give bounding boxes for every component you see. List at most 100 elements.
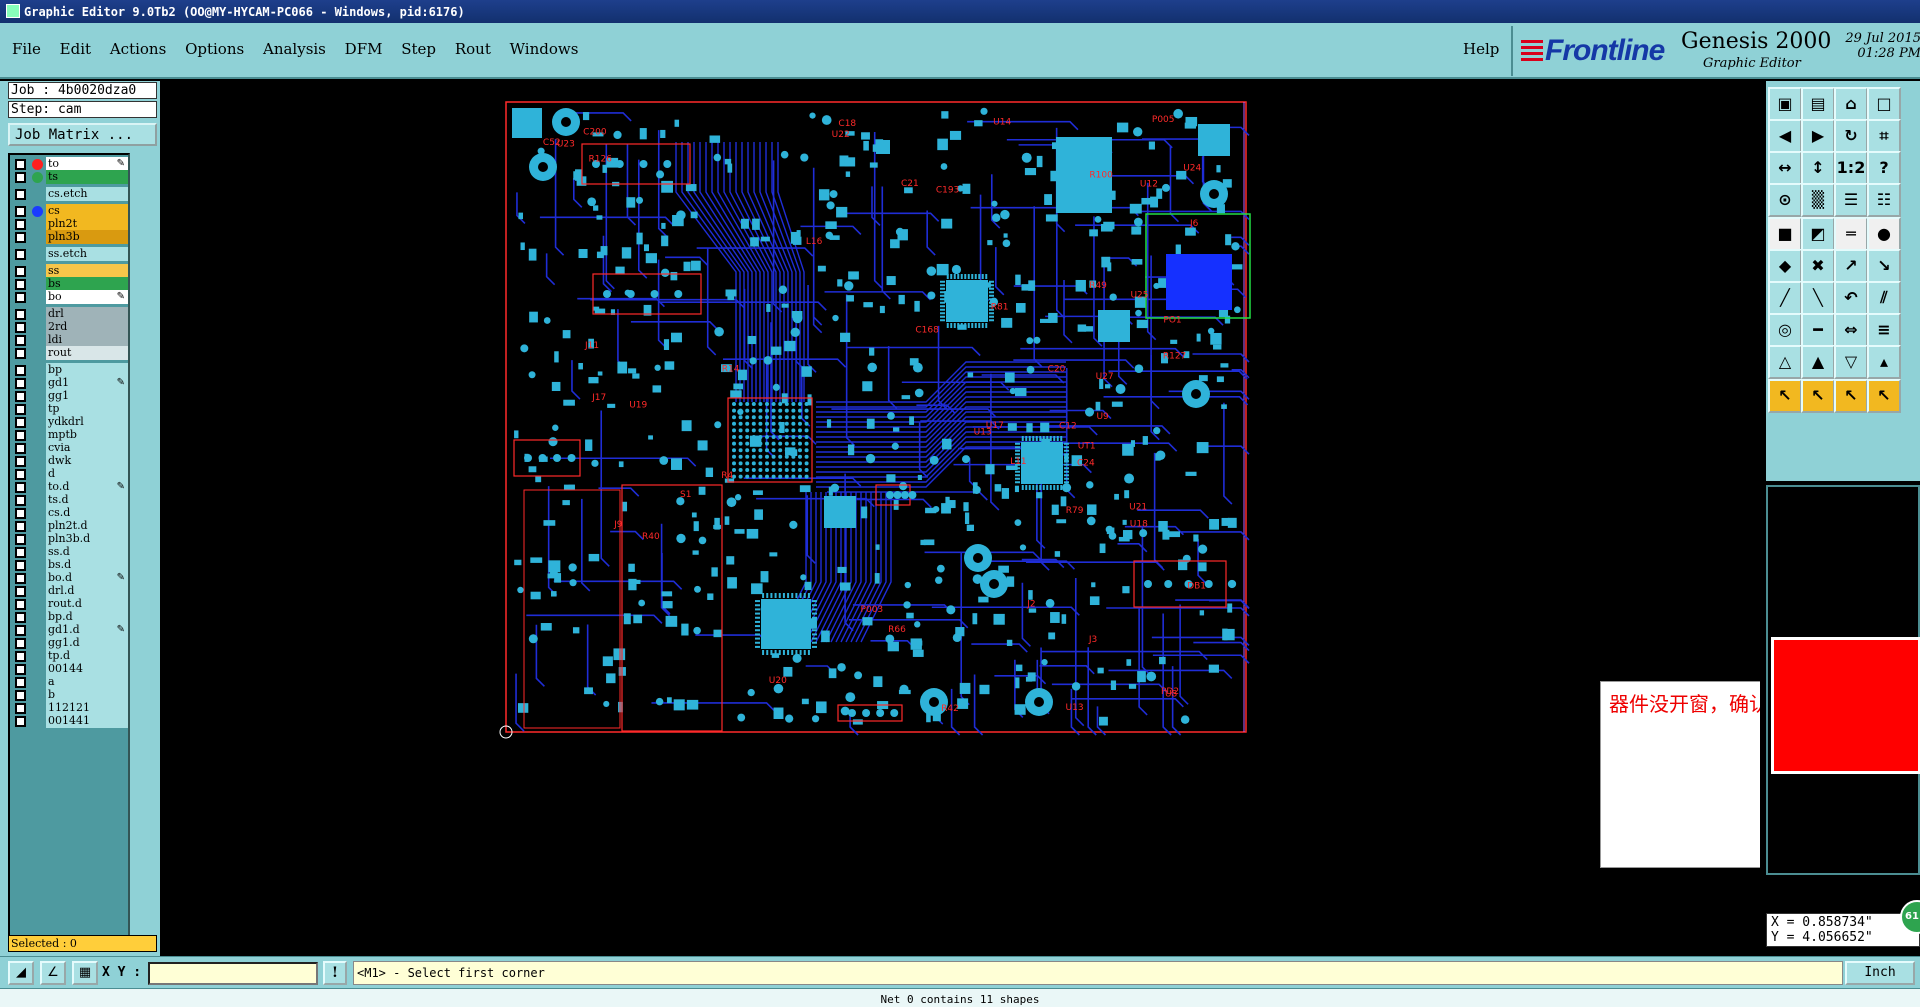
pin-icon[interactable]: ◎: [1768, 313, 1802, 347]
layer-checkbox[interactable]: [15, 249, 26, 260]
layer-checkbox[interactable]: [15, 495, 26, 506]
layer-row[interactable]: 001441: [12, 714, 128, 728]
net-icon[interactable]: ☷: [1867, 183, 1901, 217]
layer-checkbox[interactable]: [15, 482, 26, 493]
layer-name[interactable]: gd1.d ✎: [46, 623, 128, 637]
layer-name[interactable]: dwk: [46, 454, 128, 468]
layer-row[interactable]: bo ✎: [12, 290, 128, 304]
layer-row[interactable]: drl: [12, 307, 128, 321]
layer-checkbox[interactable]: [15, 172, 26, 183]
layer-name[interactable]: 2rd: [46, 320, 128, 334]
layer-checkbox[interactable]: [15, 534, 26, 545]
layer-name[interactable]: pln2t.d: [46, 519, 128, 533]
pointer4-icon[interactable]: ↖: [1867, 379, 1901, 413]
layer-row[interactable]: to ✎: [12, 157, 128, 171]
layer-checkbox[interactable]: [15, 638, 26, 649]
layer-name[interactable]: 001441: [46, 714, 128, 728]
layer-row[interactable]: bp: [12, 363, 128, 377]
layer-row[interactable]: ts.d: [12, 493, 128, 507]
menu-analysis[interactable]: Analysis: [263, 40, 326, 58]
layer-name[interactable]: tp: [46, 402, 128, 416]
grid-mode-icon[interactable]: ▦: [72, 961, 98, 985]
layer-checkbox[interactable]: [15, 206, 26, 217]
layer-row[interactable]: cs.etch: [12, 187, 128, 201]
menu-edit[interactable]: Edit: [60, 40, 91, 58]
menu-windows[interactable]: Windows: [510, 40, 579, 58]
layer-name[interactable]: pln2t: [46, 217, 128, 231]
layers-icon[interactable]: ☰: [1834, 183, 1868, 217]
zoom-home-icon[interactable]: ▣: [1768, 87, 1802, 121]
layer-checkbox[interactable]: [15, 469, 26, 480]
layer-name[interactable]: ss.d: [46, 545, 128, 559]
link-icon[interactable]: ↘: [1867, 249, 1901, 283]
info-button[interactable]: !: [323, 961, 347, 985]
layer-name[interactable]: gd1 ✎: [46, 376, 128, 390]
layer-checkbox[interactable]: [15, 599, 26, 610]
layer-row[interactable]: cs: [12, 204, 128, 218]
layer-checkbox[interactable]: [15, 391, 26, 402]
layer-name[interactable]: mptb: [46, 428, 128, 442]
layer-row[interactable]: drl.d: [12, 584, 128, 598]
layer-checkbox[interactable]: [15, 703, 26, 714]
xy-input[interactable]: [148, 962, 318, 985]
layer-name[interactable]: cvia: [46, 441, 128, 455]
layer-name[interactable]: a: [46, 675, 128, 689]
snap-icon[interactable]: ▒: [1801, 183, 1835, 217]
layer-row[interactable]: tp: [12, 402, 128, 416]
menu-file[interactable]: File: [12, 40, 41, 58]
layer-name[interactable]: ydkdrl: [46, 415, 128, 429]
layer-name[interactable]: ss.etch: [46, 247, 128, 261]
layer-row[interactable]: bs.d: [12, 558, 128, 572]
wire-icon[interactable]: ≡: [1867, 313, 1901, 347]
layer-checkbox[interactable]: [15, 651, 26, 662]
layer-name[interactable]: cs.etch: [46, 187, 128, 201]
layer-checkbox[interactable]: [15, 443, 26, 454]
width-icon[interactable]: ⇔: [1834, 313, 1868, 347]
layer-name[interactable]: bp: [46, 363, 128, 377]
measure-icon[interactable]: ⊙: [1768, 183, 1802, 217]
layer-row[interactable]: ydkdrl: [12, 415, 128, 429]
layer-checkbox[interactable]: [15, 625, 26, 636]
pan-right-icon[interactable]: ▶: [1801, 119, 1835, 153]
layer-name[interactable]: bo ✎: [46, 290, 128, 304]
layer-name[interactable]: drl: [46, 307, 128, 321]
layer-name[interactable]: bo.d ✎: [46, 571, 128, 585]
menu-help[interactable]: Help: [1463, 40, 1499, 58]
layer-row[interactable]: mptb: [12, 428, 128, 442]
pointer3-icon[interactable]: ↖: [1834, 379, 1868, 413]
layer-checkbox[interactable]: [15, 189, 26, 200]
layer-name[interactable]: cs: [46, 204, 128, 218]
layer-name[interactable]: bs: [46, 277, 128, 291]
layer-row[interactable]: pln3b.d: [12, 532, 128, 546]
layer-checkbox[interactable]: [15, 219, 26, 230]
redraw-icon[interactable]: ↻: [1834, 119, 1868, 153]
layer-checkbox[interactable]: [15, 279, 26, 290]
layer-checkbox[interactable]: [15, 292, 26, 303]
layer-name[interactable]: 00144: [46, 662, 128, 676]
layer-checkbox[interactable]: [15, 430, 26, 441]
line-icon[interactable]: ━: [1801, 313, 1835, 347]
layer-checkbox[interactable]: [15, 612, 26, 623]
layer-row[interactable]: 00144: [12, 662, 128, 676]
layer-checkbox[interactable]: [15, 508, 26, 519]
layer-checkbox[interactable]: [15, 335, 26, 346]
menu-step[interactable]: Step: [401, 40, 436, 58]
arc-icon[interactable]: ↶: [1834, 281, 1868, 315]
menu-rout[interactable]: Rout: [455, 40, 491, 58]
layer-name[interactable]: gg1: [46, 389, 128, 403]
layer-name[interactable]: rout.d: [46, 597, 128, 611]
move-icon[interactable]: ◩: [1801, 217, 1835, 251]
layer-checkbox[interactable]: [15, 677, 26, 688]
layer-name[interactable]: to ✎: [46, 157, 128, 171]
units-button[interactable]: Inch: [1845, 961, 1915, 985]
cross-icon[interactable]: ✖: [1801, 249, 1835, 283]
layer-checkbox[interactable]: [15, 365, 26, 376]
layer-checkbox[interactable]: [15, 573, 26, 584]
layer-row[interactable]: ss.d: [12, 545, 128, 559]
pointer2-icon[interactable]: ↖: [1801, 379, 1835, 413]
layer-name[interactable]: to.d ✎: [46, 480, 128, 494]
layer-checkbox[interactable]: [15, 378, 26, 389]
layer-row[interactable]: cvia: [12, 441, 128, 455]
home-icon[interactable]: ⌂: [1834, 87, 1868, 121]
layer-checkbox[interactable]: [15, 309, 26, 320]
